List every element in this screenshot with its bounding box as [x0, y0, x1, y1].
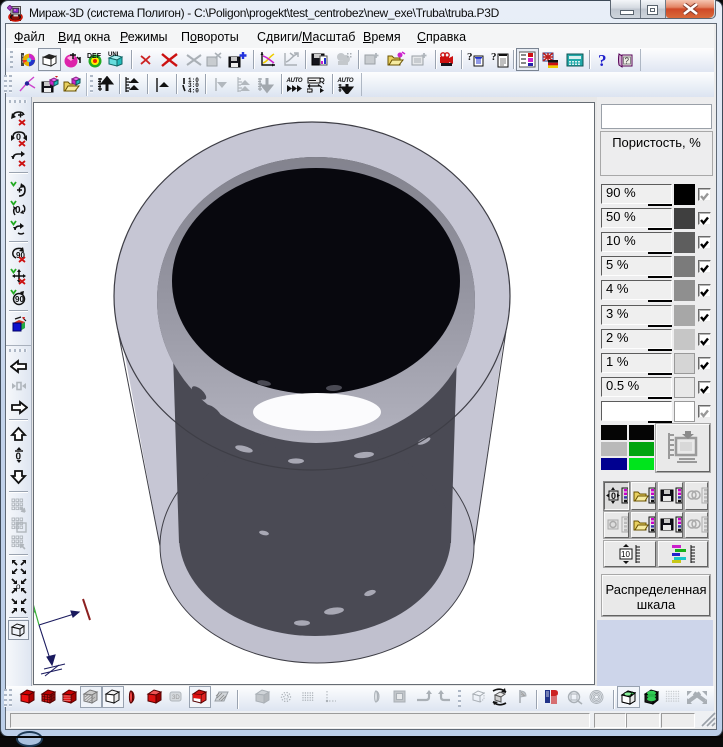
- svg-text:4:0: 4:0: [188, 88, 199, 95]
- svg-text:90: 90: [15, 295, 24, 304]
- svg-text:0: 0: [16, 132, 21, 142]
- svg-text:AUTO: AUTO: [286, 78, 303, 84]
- svg-text:0: 0: [16, 452, 22, 463]
- svg-text:10: 10: [621, 550, 630, 559]
- svg-text:DEF: DEF: [87, 53, 102, 60]
- svg-text:o: o: [16, 582, 21, 591]
- svg-text:?: ?: [491, 51, 497, 63]
- svg-text:3D: 3D: [172, 695, 180, 701]
- svg-text:UNI: UNI: [108, 52, 119, 58]
- svg-text:?: ?: [467, 51, 473, 63]
- svg-text:0: 0: [15, 205, 21, 216]
- svg-text:0: 0: [611, 491, 616, 501]
- svg-text:?: ?: [625, 57, 630, 66]
- svg-text:?: ?: [598, 51, 607, 68]
- svg-text:AUTO: AUTO: [337, 78, 354, 84]
